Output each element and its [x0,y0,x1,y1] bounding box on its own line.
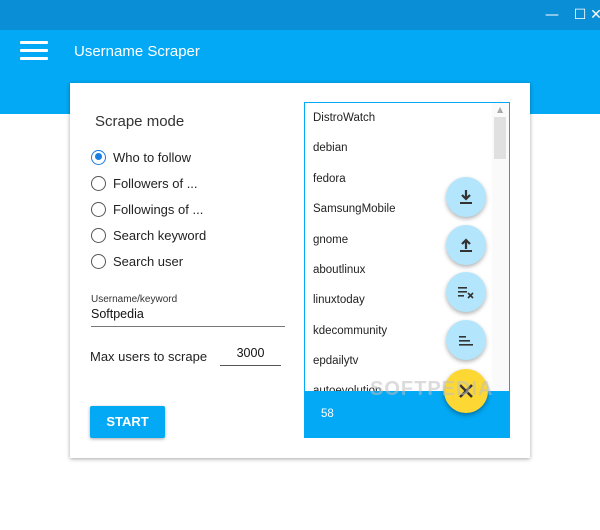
list-item[interactable]: DistroWatch [313,112,375,124]
window-titlebar: — ☐ ✕ [0,0,600,30]
radio-who-to-follow[interactable]: Who to follow [91,147,191,167]
radio-followers-of[interactable]: Followers of ... [91,173,198,193]
upload-button[interactable] [446,225,486,265]
clear-list-button[interactable] [446,272,486,312]
scroll-thumb[interactable] [494,117,506,159]
radio-unselected-icon[interactable] [91,175,106,191]
username-keyword-input[interactable]: Softpedia [91,307,285,327]
radio-label: Search user [113,253,184,269]
list-item[interactable]: SamsungMobile [313,203,395,215]
radio-label: Followers of ... [113,175,198,191]
user-count: 58 [321,408,334,420]
list-item[interactable]: kdecommunity [313,325,387,337]
max-users-input[interactable]: 3000 [220,346,281,366]
sort-list-button[interactable] [446,320,486,360]
list-item[interactable]: aboutlinux [313,264,365,276]
start-button[interactable]: START [90,406,165,438]
list-item[interactable]: epdailytv [313,355,358,367]
radio-followings-of[interactable]: Followings of ... [91,199,203,219]
username-field-caption: Username/keyword [91,294,178,305]
watermark: SOFTPEDIA [370,378,494,400]
list-item[interactable]: fedora [313,173,346,185]
radio-label: Followings of ... [113,201,204,217]
download-icon [460,190,472,204]
close-window-button[interactable]: ✕ [590,4,600,26]
maximize-button[interactable]: ☐ [569,4,591,26]
radio-unselected-icon[interactable] [91,253,106,269]
list-scrollbar[interactable]: ▲ [492,103,509,391]
minimize-button[interactable]: — [541,4,563,26]
download-button[interactable] [446,177,486,217]
clear-list-icon [458,287,474,299]
scroll-up-arrow-icon[interactable]: ▲ [497,105,503,114]
radio-unselected-icon[interactable] [91,227,106,243]
radio-label: Who to follow [113,149,192,165]
list-item[interactable]: debian [313,142,348,154]
radio-unselected-icon[interactable] [91,201,106,217]
scrape-mode-title: Scrape mode [95,113,185,130]
upload-icon [460,238,472,252]
list-item[interactable]: linuxtoday [313,294,365,306]
max-users-label: Max users to scrape [90,349,208,364]
radio-label: Search keyword [113,227,207,243]
hamburger-menu-icon[interactable] [20,41,50,63]
radio-selected-icon[interactable] [91,149,106,165]
sort-list-icon [459,336,473,346]
list-item[interactable]: gnome [313,234,348,246]
app-title: Username Scraper [74,43,200,60]
radio-search-keyword[interactable]: Search keyword [91,225,206,245]
radio-search-user[interactable]: Search user [91,251,183,271]
